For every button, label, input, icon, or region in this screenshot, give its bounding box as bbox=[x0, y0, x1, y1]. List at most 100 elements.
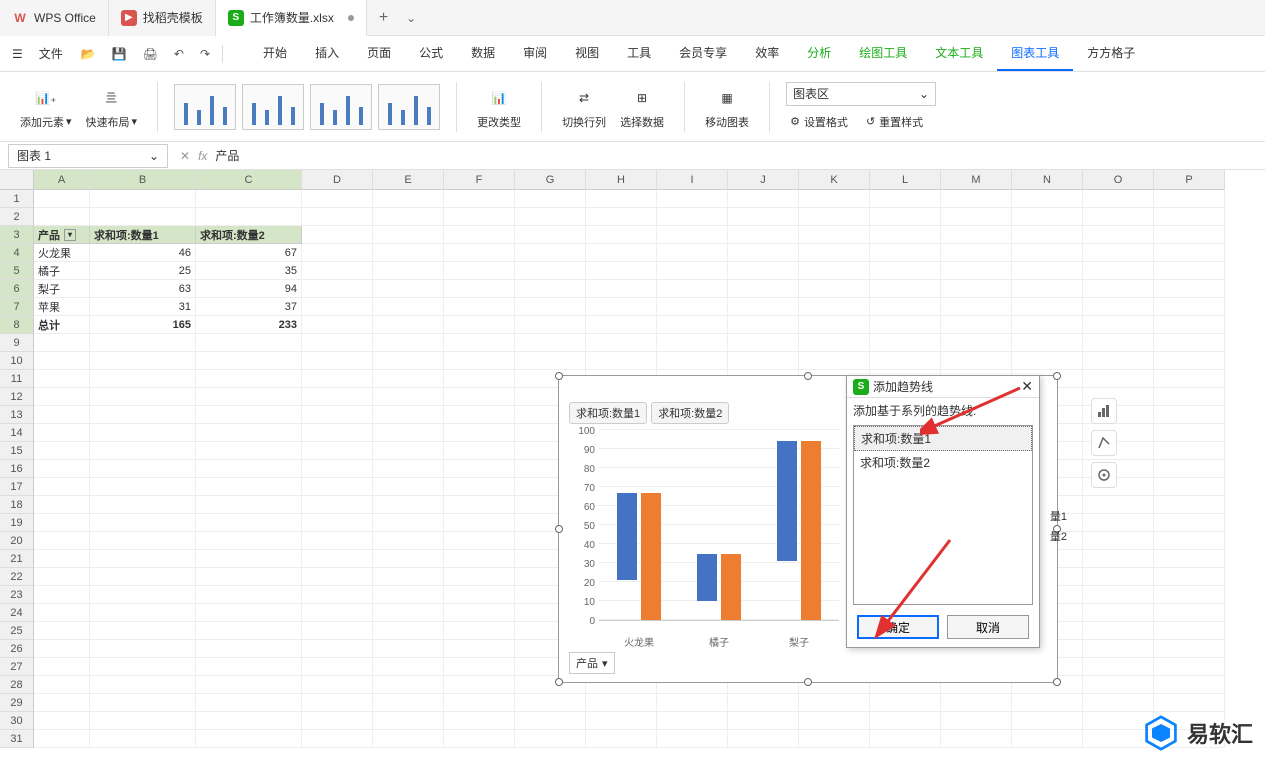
cell-N10[interactable] bbox=[1012, 352, 1083, 370]
cell-B3[interactable]: 求和项:数量1 bbox=[90, 226, 196, 244]
cell-B16[interactable] bbox=[90, 460, 196, 478]
cell-P14[interactable] bbox=[1154, 424, 1225, 442]
row-header-8[interactable]: 8 bbox=[0, 316, 34, 334]
cell-C3[interactable]: 求和项:数量2 bbox=[196, 226, 302, 244]
select-data-button[interactable]: ⊞ 选择数据 bbox=[616, 80, 668, 134]
cell-H30[interactable] bbox=[586, 712, 657, 730]
row-header-16[interactable]: 16 bbox=[0, 460, 34, 478]
tab-efficiency[interactable]: 效率 bbox=[741, 36, 793, 71]
cell-D1[interactable] bbox=[302, 190, 373, 208]
tab-text-tools[interactable]: 文本工具 bbox=[921, 36, 997, 71]
cell-F25[interactable] bbox=[444, 622, 515, 640]
row-header-11[interactable]: 11 bbox=[0, 370, 34, 388]
cell-D12[interactable] bbox=[302, 388, 373, 406]
cell-C9[interactable] bbox=[196, 334, 302, 352]
cell-P20[interactable] bbox=[1154, 532, 1225, 550]
cell-C1[interactable] bbox=[196, 190, 302, 208]
app-tab-wps[interactable]: W WPS Office bbox=[0, 0, 108, 36]
cell-E20[interactable] bbox=[373, 532, 444, 550]
cell-C29[interactable] bbox=[196, 694, 302, 712]
cancel-fx-icon[interactable]: ✕ bbox=[180, 149, 190, 163]
cell-L6[interactable] bbox=[870, 280, 941, 298]
cell-G30[interactable] bbox=[515, 712, 586, 730]
cell-K6[interactable] bbox=[799, 280, 870, 298]
chart-style-1[interactable] bbox=[174, 84, 236, 130]
row-header-9[interactable]: 9 bbox=[0, 334, 34, 352]
cell-C21[interactable] bbox=[196, 550, 302, 568]
cell-I7[interactable] bbox=[657, 298, 728, 316]
cell-P15[interactable] bbox=[1154, 442, 1225, 460]
cell-F4[interactable] bbox=[444, 244, 515, 262]
cell-P11[interactable] bbox=[1154, 370, 1225, 388]
cell-G5[interactable] bbox=[515, 262, 586, 280]
resize-handle[interactable] bbox=[804, 678, 812, 686]
cell-C28[interactable] bbox=[196, 676, 302, 694]
cell-A31[interactable] bbox=[34, 730, 90, 748]
cell-E31[interactable] bbox=[373, 730, 444, 748]
cell-H8[interactable] bbox=[586, 316, 657, 334]
column-header-M[interactable]: M bbox=[941, 170, 1012, 190]
cell-A20[interactable] bbox=[34, 532, 90, 550]
cell-K4[interactable] bbox=[799, 244, 870, 262]
cell-F30[interactable] bbox=[444, 712, 515, 730]
cell-C20[interactable] bbox=[196, 532, 302, 550]
cell-B5[interactable]: 25 bbox=[90, 262, 196, 280]
cell-L9[interactable] bbox=[870, 334, 941, 352]
row-header-22[interactable]: 22 bbox=[0, 568, 34, 586]
cell-D5[interactable] bbox=[302, 262, 373, 280]
cell-A10[interactable] bbox=[34, 352, 90, 370]
cell-D10[interactable] bbox=[302, 352, 373, 370]
cell-O6[interactable] bbox=[1083, 280, 1154, 298]
redo-icon[interactable]: ↷ bbox=[194, 43, 216, 65]
cell-P27[interactable] bbox=[1154, 658, 1225, 676]
cell-D6[interactable] bbox=[302, 280, 373, 298]
cell-A15[interactable] bbox=[34, 442, 90, 460]
cell-E29[interactable] bbox=[373, 694, 444, 712]
cell-O29[interactable] bbox=[1083, 694, 1154, 712]
cell-O10[interactable] bbox=[1083, 352, 1154, 370]
cell-N5[interactable] bbox=[1012, 262, 1083, 280]
cell-L1[interactable] bbox=[870, 190, 941, 208]
set-format-button[interactable]: ⚙ 设置格式 bbox=[786, 112, 852, 132]
cell-C5[interactable]: 35 bbox=[196, 262, 302, 280]
cell-I2[interactable] bbox=[657, 208, 728, 226]
column-header-G[interactable]: G bbox=[515, 170, 586, 190]
cancel-button[interactable]: 取消 bbox=[947, 615, 1029, 639]
cell-E12[interactable] bbox=[373, 388, 444, 406]
cell-H6[interactable] bbox=[586, 280, 657, 298]
cell-K2[interactable] bbox=[799, 208, 870, 226]
cell-O19[interactable] bbox=[1083, 514, 1154, 532]
cell-E2[interactable] bbox=[373, 208, 444, 226]
tab-view[interactable]: 视图 bbox=[561, 36, 613, 71]
app-tab-template[interactable]: ▶ 找稻壳模板 bbox=[108, 0, 215, 36]
cell-E1[interactable] bbox=[373, 190, 444, 208]
cell-E25[interactable] bbox=[373, 622, 444, 640]
column-header-H[interactable]: H bbox=[586, 170, 657, 190]
cell-M6[interactable] bbox=[941, 280, 1012, 298]
cell-E7[interactable] bbox=[373, 298, 444, 316]
cell-I3[interactable] bbox=[657, 226, 728, 244]
cell-O26[interactable] bbox=[1083, 640, 1154, 658]
cell-G1[interactable] bbox=[515, 190, 586, 208]
cell-L3[interactable] bbox=[870, 226, 941, 244]
cell-C7[interactable]: 37 bbox=[196, 298, 302, 316]
cell-H5[interactable] bbox=[586, 262, 657, 280]
cell-I29[interactable] bbox=[657, 694, 728, 712]
tab-formula[interactable]: 公式 bbox=[405, 36, 457, 71]
column-header-J[interactable]: J bbox=[728, 170, 799, 190]
cell-F1[interactable] bbox=[444, 190, 515, 208]
cell-B19[interactable] bbox=[90, 514, 196, 532]
cell-E6[interactable] bbox=[373, 280, 444, 298]
cell-C23[interactable] bbox=[196, 586, 302, 604]
chart-bar[interactable] bbox=[697, 554, 717, 602]
ok-button[interactable]: 确定 bbox=[857, 615, 939, 639]
cell-N6[interactable] bbox=[1012, 280, 1083, 298]
cell-A24[interactable] bbox=[34, 604, 90, 622]
cell-K10[interactable] bbox=[799, 352, 870, 370]
column-header-D[interactable]: D bbox=[302, 170, 373, 190]
cell-J30[interactable] bbox=[728, 712, 799, 730]
cell-M5[interactable] bbox=[941, 262, 1012, 280]
tab-menu-chevron[interactable]: ⌄ bbox=[400, 11, 422, 25]
row-header-5[interactable]: 5 bbox=[0, 262, 34, 280]
row-header-2[interactable]: 2 bbox=[0, 208, 34, 226]
